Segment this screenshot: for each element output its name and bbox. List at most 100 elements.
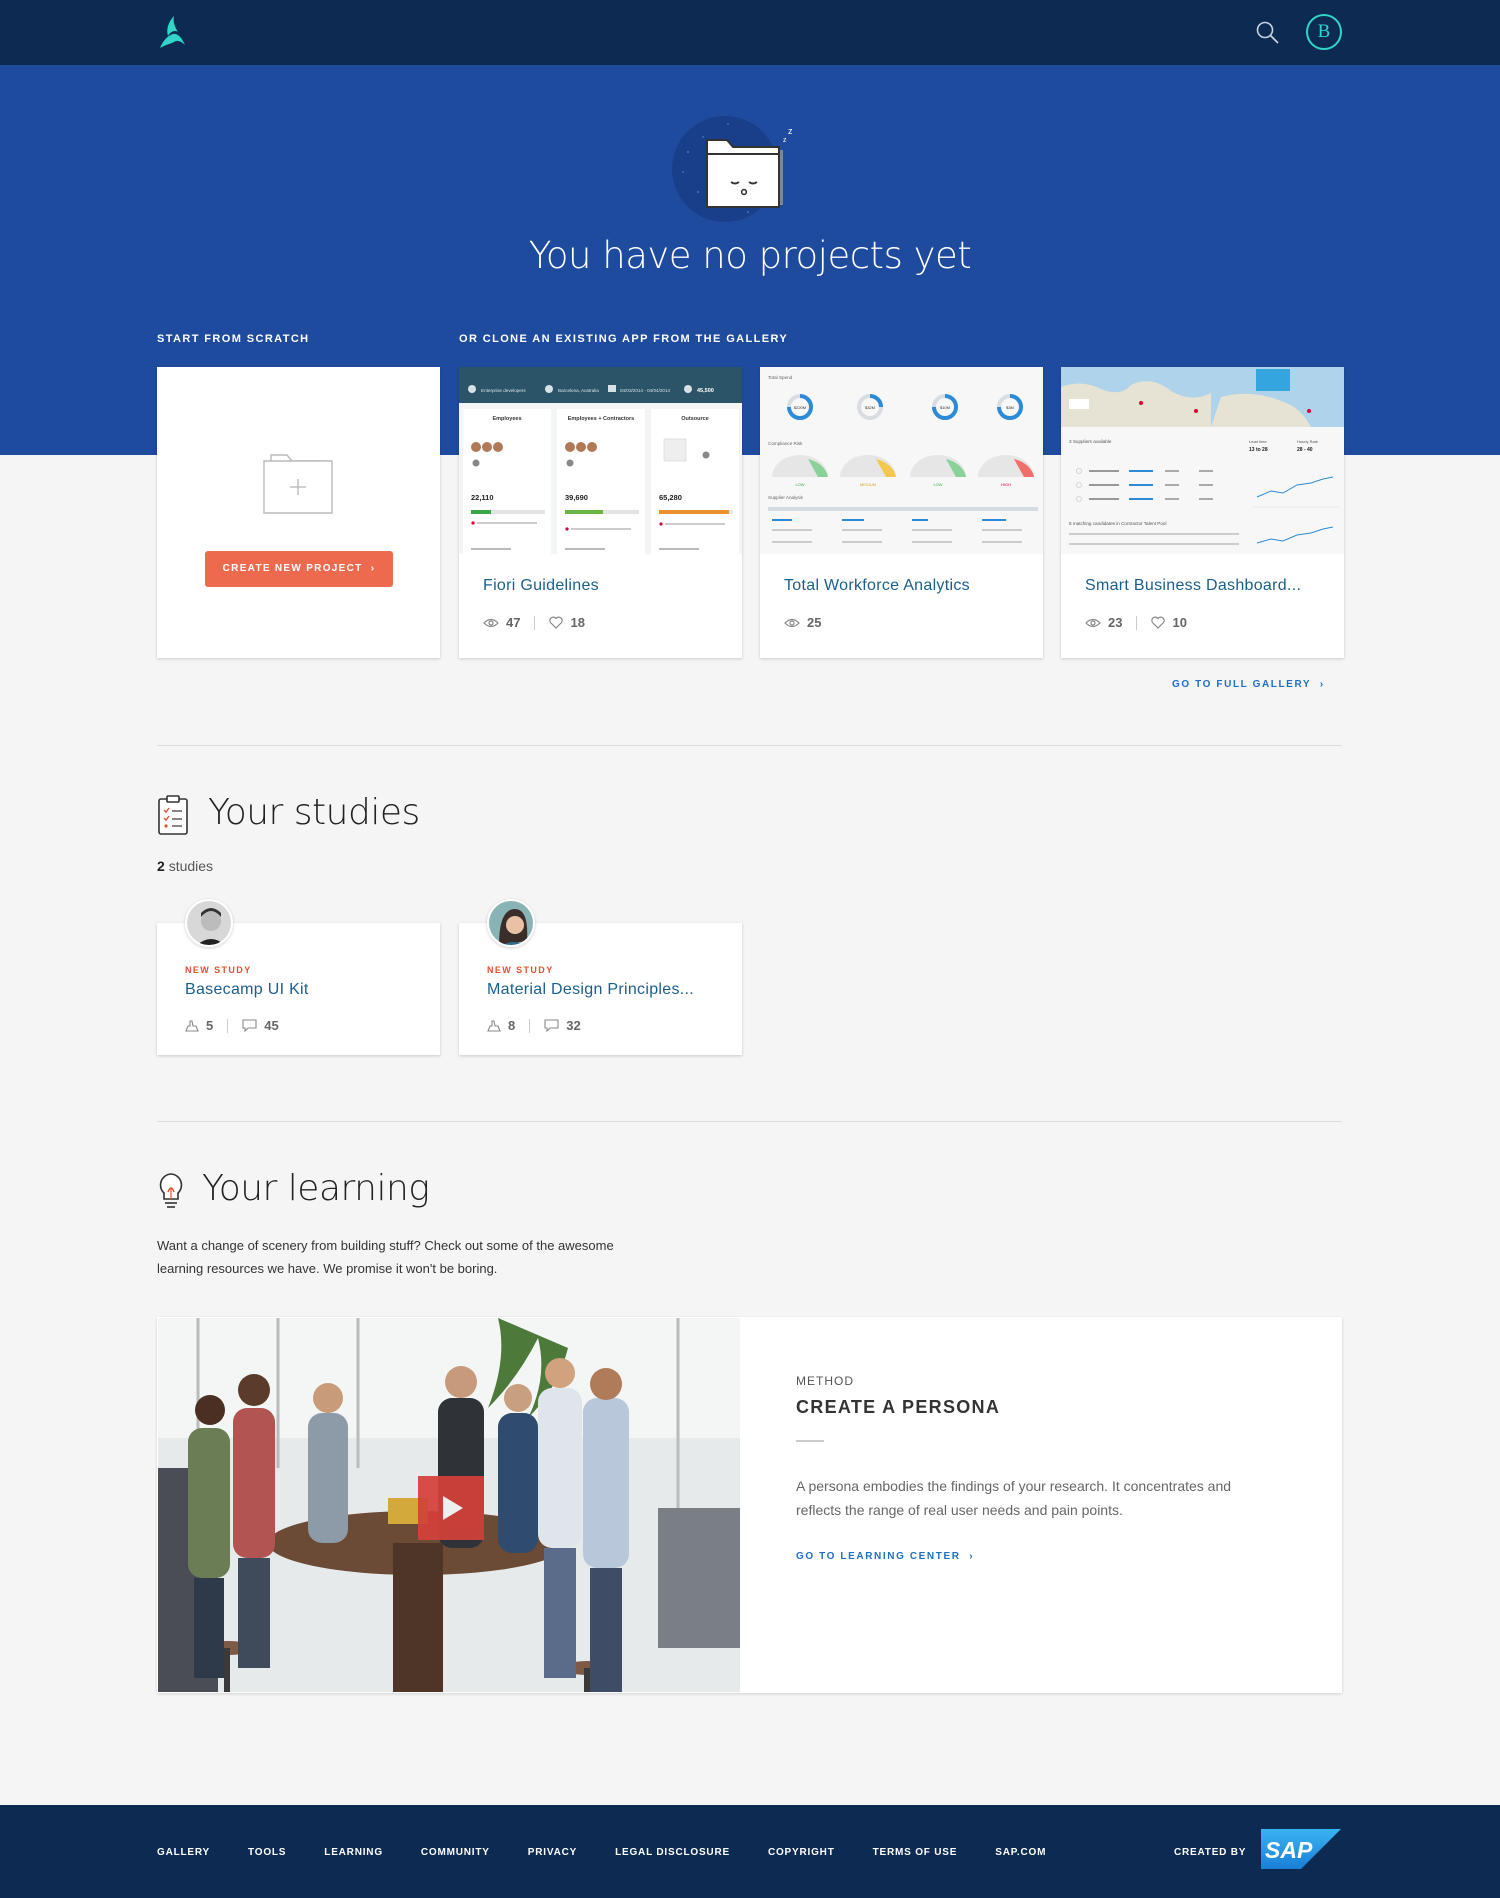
section-divider: [157, 1121, 1342, 1122]
heart-icon[interactable]: [549, 616, 564, 629]
thumb-text: Supplier Analysis: [768, 495, 804, 500]
clipboard-icon: [158, 795, 188, 835]
comments-count: 32: [566, 1018, 581, 1033]
learning-title: Your learning: [202, 1168, 430, 1209]
lightbulb-icon: [159, 1173, 183, 1208]
footer-link-privacy[interactable]: PRIVACY: [528, 1847, 577, 1858]
study-stats: 5 45: [185, 1018, 279, 1033]
gallery-card-stats: 23 10: [1085, 615, 1187, 630]
footer-link-copyright[interactable]: COPYRIGHT: [768, 1847, 835, 1858]
view-count: 47: [506, 615, 521, 630]
thumb-text: Employees: [492, 416, 521, 422]
sleeping-folder-illustration: z z: [672, 116, 793, 222]
video-thumbnail[interactable]: [158, 1318, 740, 1692]
view-count: 23: [1108, 615, 1123, 630]
svg-text:z: z: [783, 137, 787, 144]
gallery-card[interactable]: Enterprise developers Barcelona, Austral…: [459, 367, 742, 658]
gallery-card[interactable]: Total Spend $220M $32M $10M $3M Complian…: [760, 367, 1043, 658]
top-bar: B: [0, 0, 1500, 65]
thumb-text: HIGH: [1001, 482, 1011, 487]
thumb-text: Employees + Contractors: [568, 416, 634, 422]
footer-link-learning[interactable]: LEARNING: [324, 1847, 383, 1858]
view-count: 25: [807, 615, 822, 630]
heart-icon[interactable]: [1151, 616, 1166, 629]
footer-link-tools[interactable]: TOOLS: [248, 1847, 286, 1858]
thumb-text: 65,280: [659, 493, 682, 502]
studies-title: Your studies: [208, 792, 420, 833]
thumb-text: Hourly Rate: [1297, 439, 1319, 444]
eye-icon: [784, 618, 800, 627]
learning-card-title[interactable]: CREATE A PERSONA: [796, 1397, 1000, 1418]
thumb-text: LOW: [795, 482, 804, 487]
study-card[interactable]: NEW STUDY Material Design Principles... …: [459, 899, 742, 1055]
thumb-text: $32M: [865, 405, 875, 410]
thumb-text: Total Spend: [768, 375, 793, 380]
scratch-label: START FROM SCRATCH: [157, 333, 310, 345]
study-tag: NEW STUDY: [487, 965, 554, 975]
thumb-text: Enterprise developers: [481, 388, 526, 393]
create-new-project-button[interactable]: CREATE NEW PROJECT ›: [205, 551, 393, 587]
study-title[interactable]: Material Design Principles...: [487, 981, 694, 999]
participants-icon: [185, 1020, 199, 1032]
study-tag: NEW STUDY: [185, 965, 252, 975]
study-title[interactable]: Basecamp UI Kit: [185, 981, 309, 999]
study-card[interactable]: NEW STUDY Basecamp UI Kit 5 45: [157, 899, 440, 1055]
footer-nav: GALLERY TOOLS LEARNING COMMUNITY PRIVACY…: [157, 1847, 1084, 1858]
eye-icon: [1085, 618, 1101, 627]
thumb-text: Outsource: [681, 416, 709, 422]
like-count: 18: [570, 615, 585, 630]
svg-text:z: z: [788, 126, 793, 136]
learning-card-description: A persona embodies the findings of your …: [796, 1478, 1232, 1518]
thumb-text: 04/03/2014 - 04/04/2014: [620, 388, 671, 393]
footer-link-legal-disclosure[interactable]: LEGAL DISCLOSURE: [615, 1847, 730, 1858]
thumb-text: 3 Suppliers available: [1069, 439, 1112, 444]
footer-link-sap-com[interactable]: SAP.COM: [995, 1847, 1046, 1858]
play-icon: [443, 1496, 463, 1520]
thumb-text: MEDIUM: [860, 482, 876, 487]
like-count: 10: [1172, 615, 1187, 630]
folder-plus-icon: [263, 454, 333, 514]
thumb-text: Compliance Risk: [768, 441, 803, 446]
search-icon[interactable]: [1255, 20, 1281, 46]
gallery-label: OR CLONE AN EXISTING APP FROM THE GALLER…: [459, 333, 789, 345]
thumb-text: 39,690: [565, 493, 588, 502]
gallery-card-title[interactable]: Fiori Guidelines: [483, 577, 599, 595]
sap-logo[interactable]: SAP: [1261, 1829, 1341, 1869]
thumb-text: LOW: [933, 482, 942, 487]
thumb-text: $10M: [940, 405, 950, 410]
stat-separator: [529, 1018, 531, 1033]
thumb-text: 45,500: [697, 388, 714, 394]
thumb-text: 8 matching candidates in Contractor Tale…: [1069, 521, 1166, 526]
title-rule: [796, 1440, 824, 1442]
learning-card: METHOD CREATE A PERSONA A persona embodi…: [157, 1317, 1342, 1693]
new-project-card: CREATE NEW PROJECT ›: [157, 367, 440, 658]
footer-link-gallery[interactable]: GALLERY: [157, 1847, 210, 1858]
footer-link-terms-of-use[interactable]: TERMS OF USE: [873, 1847, 958, 1858]
gallery-card-title[interactable]: Smart Business Dashboard...: [1085, 577, 1301, 595]
learning-kicker: METHOD: [796, 1374, 854, 1388]
gallery-thumbnail: Enterprise developers Barcelona, Austral…: [459, 367, 742, 554]
eye-icon: [483, 618, 499, 627]
gallery-card-stats: 47 18: [483, 615, 585, 630]
avatar: [487, 899, 535, 947]
comments-count: 45: [264, 1018, 279, 1033]
user-avatar[interactable]: B: [1306, 14, 1342, 50]
buildapp-logo-icon[interactable]: [157, 14, 187, 50]
gallery-card[interactable]: 3 Suppliers available Lead time Hourly R…: [1061, 367, 1344, 658]
footer-link-community[interactable]: COMMUNITY: [421, 1847, 490, 1858]
gallery-card-stats: 25: [784, 615, 821, 630]
go-to-full-gallery-link[interactable]: GO TO FULL GALLERY ›: [1172, 679, 1325, 690]
avatar: [185, 899, 233, 947]
thumb-text: Lead time: [1249, 439, 1267, 444]
play-button[interactable]: [418, 1476, 484, 1540]
participants-count: 8: [508, 1018, 516, 1033]
stat-separator: [227, 1018, 229, 1033]
thumb-text: 13 to 28: [1249, 447, 1268, 453]
footer: GALLERY TOOLS LEARNING COMMUNITY PRIVACY…: [0, 1805, 1500, 1898]
gallery-card-title[interactable]: Total Workforce Analytics: [784, 577, 970, 595]
go-to-learning-center-link[interactable]: GO TO LEARNING CENTER ›: [796, 1551, 974, 1562]
participants-count: 5: [206, 1018, 214, 1033]
created-by-label: CREATED BY: [1174, 1847, 1247, 1858]
participants-icon: [487, 1020, 501, 1032]
thumb-text: $220M: [794, 405, 806, 410]
